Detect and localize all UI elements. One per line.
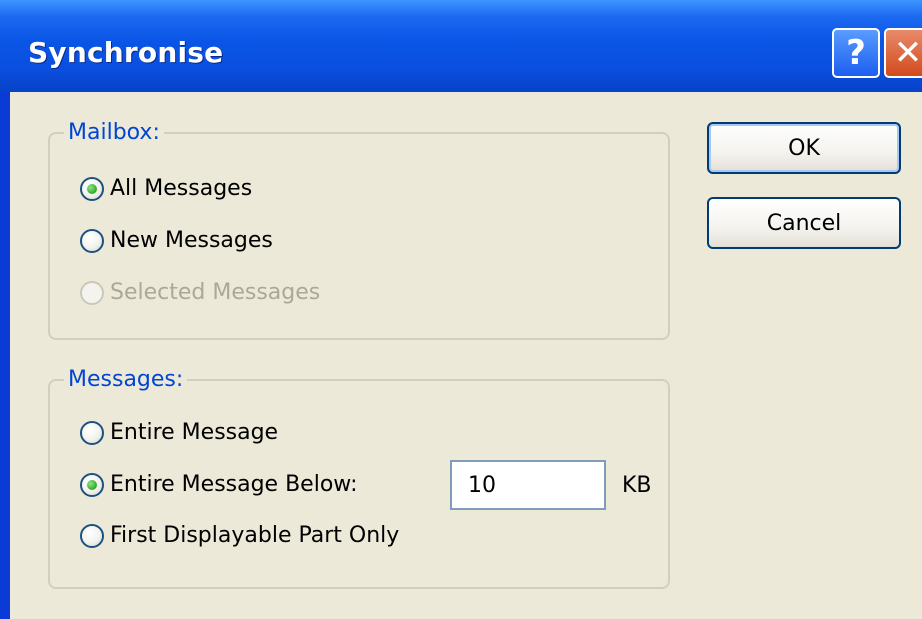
radio-selected-messages: Selected Messages — [80, 280, 320, 305]
help-icon: ? — [846, 33, 866, 73]
messages-legend: Messages: — [68, 367, 184, 392]
window-title: Synchronise — [28, 36, 224, 69]
mailbox-legend: Mailbox: — [68, 120, 160, 145]
radio-unchecked-icon — [80, 228, 104, 253]
close-button[interactable]: ✕ — [884, 28, 922, 78]
synchronise-dialog: Synchronise ? ✕ Mailbox: All Messages Ne… — [0, 0, 922, 619]
radio-first-displayable-part-label: First Displayable Part Only — [110, 523, 400, 548]
size-limit-input[interactable] — [450, 460, 606, 510]
radio-all-messages[interactable]: All Messages — [80, 176, 252, 201]
radio-entire-message-below[interactable]: Entire Message Below: — [80, 472, 358, 497]
radio-new-messages-label: New Messages — [110, 228, 273, 253]
size-unit-label: KB — [622, 473, 652, 498]
radio-disabled-icon — [80, 280, 104, 305]
title-bar[interactable]: Synchronise ? ✕ — [0, 0, 922, 92]
radio-entire-message-below-label: Entire Message Below: — [110, 472, 358, 497]
radio-checked-icon — [80, 472, 104, 497]
radio-checked-icon — [80, 176, 104, 201]
ok-button[interactable]: OK — [707, 122, 901, 174]
close-icon: ✕ — [893, 33, 922, 73]
radio-new-messages[interactable]: New Messages — [80, 228, 273, 253]
help-button[interactable]: ? — [832, 28, 880, 78]
radio-first-displayable-part[interactable]: First Displayable Part Only — [80, 523, 399, 548]
radio-unchecked-icon — [80, 523, 104, 548]
radio-unchecked-icon — [80, 420, 104, 445]
dialog-body: Mailbox: All Messages New Messages Selec… — [10, 92, 922, 619]
cancel-button[interactable]: Cancel — [707, 197, 901, 249]
radio-all-messages-label: All Messages — [110, 176, 253, 201]
radio-selected-messages-label: Selected Messages — [110, 280, 321, 305]
radio-entire-message[interactable]: Entire Message — [80, 420, 278, 445]
radio-entire-message-label: Entire Message — [110, 420, 279, 445]
